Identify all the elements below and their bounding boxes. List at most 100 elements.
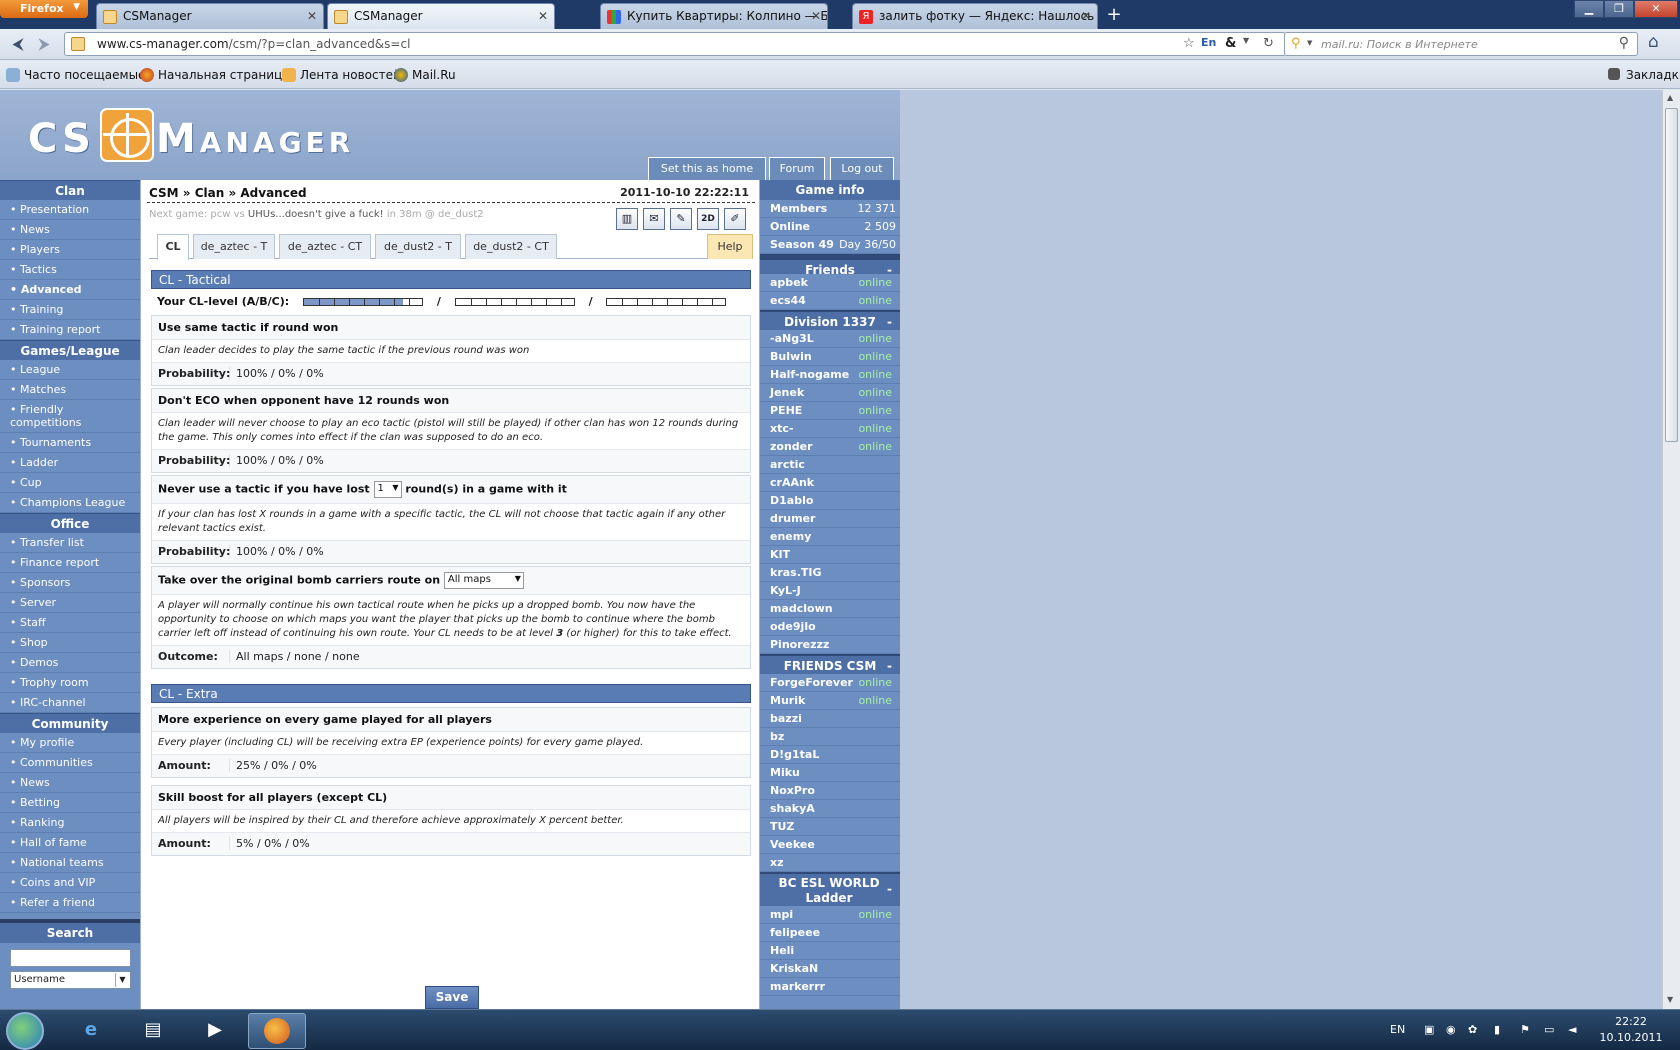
nav-item-betting[interactable]: • Betting [0,793,140,813]
nav-item-sponsors[interactable]: • Sponsors [0,573,140,593]
member-row[interactable]: NoxPro [760,782,900,800]
member-row[interactable]: TUZ [760,818,900,836]
reload-icon[interactable]: ↻ [1263,36,1274,51]
nav-item-news[interactable]: • News [0,220,140,240]
browser-tab[interactable]: Купить Квартиры: Колпино — Бесп... ✕ [600,3,828,29]
tab-help[interactable]: Help [707,234,753,259]
nav-item-national-teams[interactable]: • National teams [0,853,140,873]
system-clock[interactable]: 22:22 10.10.2011 [1596,1014,1666,1046]
logout-link[interactable]: Log out [830,157,894,180]
home-icon[interactable]: ⌂ [1648,32,1659,52]
translate-icon[interactable]: En [1201,36,1216,49]
member-row[interactable]: xz [760,854,900,872]
2d-view-icon[interactable]: 2D [697,208,719,230]
member-row[interactable]: crAAnk [760,474,900,492]
member-row[interactable]: -aNg3L online [760,330,900,348]
nav-item-staff[interactable]: • Staff [0,613,140,633]
lost-rounds-select[interactable]: 1 ▼ [373,481,402,498]
member-row[interactable]: D1ablo [760,492,900,510]
close-icon[interactable]: ✕ [538,9,548,23]
page-scrollbar[interactable]: ▲ ▼ [1662,90,1680,1009]
nav-item-trophy-room[interactable]: • Trophy room [0,673,140,693]
search-engine-icon[interactable]: ⚲ [1291,36,1301,51]
bookmark-mail-ru[interactable]: Mail.Ru [394,68,456,82]
address-bar[interactable]: www.cs-manager.com/csm/?p=clan_advanced&… [64,32,1286,56]
forum-link[interactable]: Forum [769,157,825,180]
member-row[interactable]: felipeee [760,924,900,942]
member-row[interactable]: shakyA [760,800,900,818]
explorer-folder-icon[interactable]: ▤ [124,1013,182,1049]
nav-item-hall-of-fame[interactable]: • Hall of fame [0,833,140,853]
book-icon[interactable]: ▥ [616,208,638,230]
firefox-taskbar-icon[interactable] [248,1013,306,1049]
member-row[interactable]: PEHE online [760,402,900,420]
member-row[interactable]: drumer [760,510,900,528]
close-icon[interactable]: ✕ [811,9,821,23]
addon-icon[interactable]: & [1225,36,1236,51]
nav-item-community-news[interactable]: • News [0,773,140,793]
nav-item-training[interactable]: • Training [0,300,140,320]
forward-arrow-icon[interactable]: ⮞ [32,33,56,55]
search-bar[interactable]: ⚲ ▼ mail.ru: Поиск в Интернете ⚲ [1284,32,1638,56]
member-row[interactable]: ecs44 online [760,292,900,310]
member-row[interactable]: Heli [760,942,900,960]
language-indicator[interactable]: EN [1390,1023,1405,1036]
nav-item-training-report[interactable]: • Training report [0,320,140,340]
window-close-button[interactable]: ✕ [1634,0,1678,18]
nav-item-players[interactable]: • Players [0,240,140,260]
browser-tab-active[interactable]: CSManager ✕ [327,3,555,29]
member-row[interactable]: enemy [760,528,900,546]
member-row[interactable]: Miku [760,764,900,782]
member-row[interactable]: Half-nogame online [760,366,900,384]
nav-section-games-league[interactable]: Games/League [0,340,140,360]
collapse-icon[interactable]: - [887,882,892,897]
tab-de-dust2-t[interactable]: de_dust2 - T [375,234,461,259]
member-row[interactable]: apbek online [760,274,900,292]
member-row[interactable]: zonder online [760,438,900,456]
set-home-link[interactable]: Set this as home [648,157,766,180]
member-row[interactable]: ForgeForever online [760,674,900,692]
nav-item-tournaments[interactable]: • Tournaments [0,433,140,453]
bookmark-most-visited[interactable]: Часто посещаемые [6,68,145,82]
search-input[interactable] [10,949,131,967]
chat-icon[interactable]: ✎ [670,208,692,230]
tab-de-aztec-t[interactable]: de_aztec - T [193,234,275,259]
search-icon[interactable]: ⚲ [1619,35,1629,51]
tray-icon[interactable]: ▮ [1494,1023,1500,1036]
scroll-up-icon[interactable]: ▲ [1667,93,1673,102]
browser-tab[interactable]: CSManager ✕ [96,3,324,29]
member-row[interactable]: KriskaN [760,960,900,978]
nav-item-matches[interactable]: • Matches [0,380,140,400]
next-game-opponent-link[interactable]: UHUs...doesn't give a fuck! [248,209,384,220]
member-row[interactable]: bazzi [760,710,900,728]
mail-icon[interactable]: ✉ [643,208,665,230]
member-row[interactable]: Murik online [760,692,900,710]
collapse-icon[interactable]: - [887,312,892,332]
nav-section-clan[interactable]: Clan [0,180,140,200]
scrollbar-thumb[interactable] [1665,108,1678,442]
tray-icon[interactable]: ✿ [1468,1023,1477,1036]
member-row[interactable]: Bulwin online [760,348,900,366]
new-tab-button[interactable]: + [1102,4,1126,28]
nav-section-community[interactable]: Community [0,713,140,733]
nav-section-office[interactable]: Office [0,513,140,533]
search-type-select[interactable]: Username ▼ [10,971,131,989]
member-row[interactable]: KIT [760,546,900,564]
bookmarks-menu[interactable]: Закладки [1608,68,1680,82]
ie-icon[interactable]: e [62,1013,120,1049]
nav-item-presentation[interactable]: • Presentation [0,200,140,220]
star-icon[interactable]: ☆ [1183,36,1195,51]
back-arrow-icon[interactable]: ⮜ [6,33,30,55]
member-row[interactable]: D!g1taL [760,746,900,764]
nav-item-champions-league[interactable]: • Champions League [0,493,140,513]
nav-item-demos[interactable]: • Demos [0,653,140,673]
site-identity-icon[interactable] [71,37,85,51]
nav-item-refer-friend[interactable]: • Refer a friend [0,893,140,913]
bomb-route-map-select[interactable]: All maps ▼ [443,572,524,589]
tab-de-aztec-ct[interactable]: de_aztec - CT [279,234,371,259]
nav-item-cup[interactable]: • Cup [0,473,140,493]
nav-item-transfer-list[interactable]: • Transfer list [0,533,140,553]
chevron-down-icon[interactable]: ▼ [1243,36,1249,45]
save-button[interactable]: Save [425,986,479,1009]
minimize-button[interactable]: ▁ [1574,0,1604,18]
